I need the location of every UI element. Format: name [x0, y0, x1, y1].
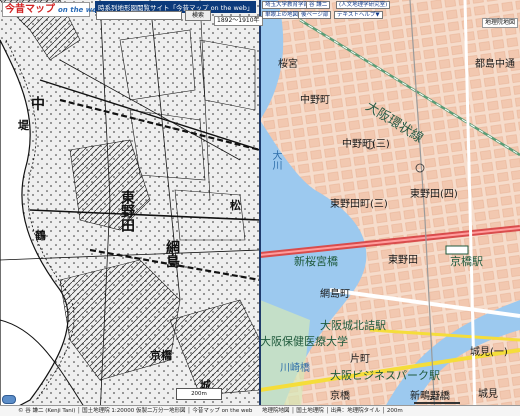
link-back-page[interactable]: 後ページ部: [298, 11, 332, 19]
map-divider[interactable]: [259, 0, 261, 416]
era-select[interactable]: 1892〜1910年: [214, 16, 263, 26]
logo-text: 今昔マップ: [5, 4, 55, 15]
new-label-university: 大阪保健医療大学: [260, 335, 348, 348]
old-label-amijima: 網島: [164, 240, 180, 268]
new-label-katamachi: 片町: [350, 354, 370, 365]
new-label-shin-sakuranomiya-bridge: 新桜宮橋: [294, 255, 338, 268]
old-label-matsu: 松: [230, 199, 241, 212]
new-label-sakuranomiya: 桜宮: [278, 59, 298, 70]
modern-map-source-label: 地理院地図: [481, 18, 518, 28]
old-label-kyobashi: 京橋: [150, 349, 172, 362]
search-input[interactable]: [96, 11, 182, 20]
new-label-kyobashi-station: 京橋駅: [450, 255, 483, 268]
site-logo[interactable]: 今昔マップ on the web: [2, 2, 102, 17]
new-label-higashinoda: 東野田: [388, 255, 418, 266]
old-label-tsutsumi: 堤: [18, 119, 29, 132]
modern-map-scale-bar: 200m: [414, 396, 460, 404]
old-label-higashi-noda: 東野田: [119, 190, 135, 232]
link-single-map[interactable]: 単眼上の地図: [262, 11, 302, 19]
new-label-amijimacho: 網島町: [320, 289, 350, 300]
old-label-nakatsu: 中: [29, 96, 45, 110]
zoom-control[interactable]: [2, 395, 16, 404]
old-label-tsuru: 鶴: [35, 229, 46, 242]
link-author[interactable]: 谷 謙二: [306, 1, 331, 9]
old-map-attribution: © 谷 謙二 (Kenji Tani) │ 国土地理院 1:20000 仮製二万…: [18, 408, 253, 414]
new-label-higashinoda-3: 東野田町(三): [330, 199, 388, 210]
attribution-footer: © 谷 謙二 (Kenji Tani) │ 国土地理院 1:20000 仮製二万…: [0, 405, 520, 416]
modern-map-attribution: 地理院地図 │ 国土地理院 │ 出典：地理院タイル │ 200m: [262, 408, 403, 414]
new-label-shiromi-1: 城見(一): [470, 347, 508, 358]
new-label-osaka-jokitaguchi-station: 大阪城北詰駅: [320, 319, 386, 332]
search-button[interactable]: 検索: [185, 10, 211, 21]
new-label-ohkawa: 大川: [270, 150, 281, 170]
new-label-nakanocho: 中野町: [300, 95, 330, 106]
new-label-kyobashi: 京橋: [330, 391, 350, 402]
new-label-higashinoda-4: 東野田(四): [410, 189, 458, 200]
header-links: 埼玉大学教育学部 谷 謙二 (人文地理学研究室) 単眼上の地図 後ページ部 テキ…: [262, 1, 518, 23]
link-text-help[interactable]: テキストヘルプ▼: [334, 11, 383, 19]
new-label-shiromi: 城見: [478, 389, 498, 400]
link-lab[interactable]: (人文地理学研究室): [336, 1, 391, 9]
modern-map-pane[interactable]: 桜宮 大阪環状線 中野町 中野町(三) 東野田(四) 東野田町(三) 都島中通 …: [260, 0, 520, 416]
old-map-pane[interactable]: 中 堤 東野田 鶴 網島 京橋 松 城 200m: [0, 0, 260, 416]
new-label-nakanocho-3: 中野町(三): [342, 139, 390, 150]
link-saitama-univ[interactable]: 埼玉大学教育学部: [262, 1, 313, 9]
new-label-osaka-business-park-station: 大阪ビジネスパーク駅: [330, 369, 440, 382]
site-header: 今昔マップ on the web 時系列地形図閲覧サイト「今昔マップ on the…: [0, 0, 520, 28]
new-label-toyosaki: 都島中通: [475, 59, 515, 70]
old-map-scale-bar: 200m: [176, 388, 222, 400]
new-label-kawasaki-bridge: 川崎橋: [280, 363, 310, 374]
